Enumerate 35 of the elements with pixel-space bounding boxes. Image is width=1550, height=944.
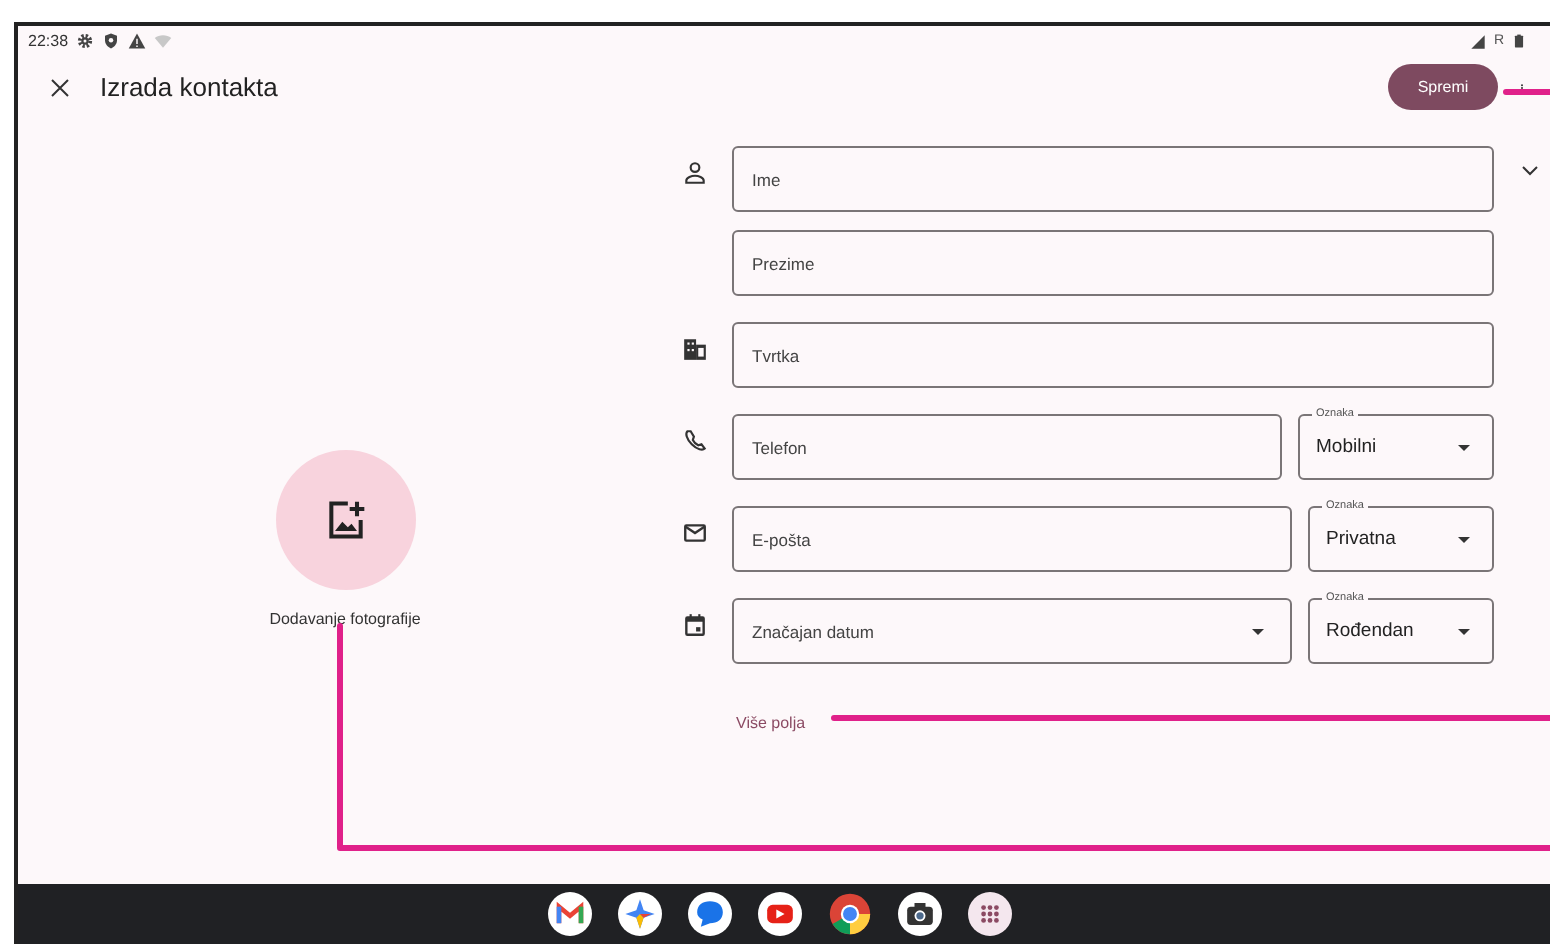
dropdown-value: Rođendan [1326, 620, 1414, 642]
wifi-icon [154, 32, 173, 50]
browser-app-icon[interactable] [827, 892, 871, 936]
close-icon[interactable] [48, 75, 72, 99]
phone-icon [681, 428, 707, 454]
signal-icon [1469, 33, 1486, 49]
gear-icon [76, 32, 95, 50]
text-field[interactable]: E-pošta [732, 506, 1292, 572]
camera-app-icon[interactable] [897, 892, 941, 936]
star-app-icon[interactable] [617, 892, 661, 936]
building-icon [681, 336, 707, 362]
add-photo-icon [323, 498, 367, 542]
mail-icon [681, 520, 707, 546]
calendar-icon [681, 612, 707, 638]
dropdown-value: Mobilni [1316, 436, 1377, 458]
person-icon [681, 160, 707, 186]
app-launcher-icon[interactable] [967, 892, 1011, 936]
text-field[interactable]: Telefon [732, 414, 1282, 480]
mail-app-icon[interactable] [547, 892, 591, 936]
chat-app-icon[interactable] [687, 892, 731, 936]
shield-icon [102, 32, 121, 50]
leader-line [1503, 89, 1550, 95]
page-title: Izrada kontakta [100, 72, 278, 102]
save-button[interactable]: Spremi [1388, 64, 1498, 110]
text-field[interactable]: Tvrtka [732, 322, 1494, 388]
add-photo-label: Dodavanje fotografije [269, 610, 421, 628]
status-time: 22:38 [28, 32, 69, 50]
dropdown-value: Privatna [1326, 528, 1396, 550]
warning-icon [128, 32, 147, 50]
date-dropdown[interactable]: Značajan datum [732, 598, 1292, 664]
text-field[interactable]: Ime [732, 146, 1494, 212]
text-field[interactable]: Prezime [732, 230, 1494, 296]
video-app-icon[interactable] [757, 892, 801, 936]
battery-icon [1512, 32, 1526, 50]
more-fields-link[interactable]: Više polja [736, 714, 806, 732]
